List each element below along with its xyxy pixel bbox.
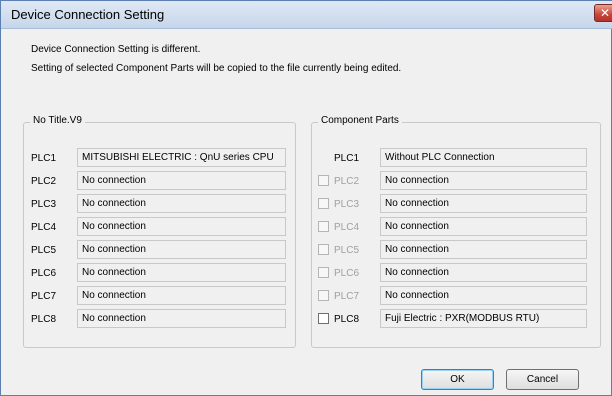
right-plc8-label: PLC8 (334, 314, 360, 325)
left-plc1-label: PLC1 (31, 153, 57, 164)
right-plc4-value: No connection (380, 217, 587, 236)
right-plc3-label: PLC3 (334, 199, 360, 210)
right-plc1-value: Without PLC Connection (380, 148, 587, 167)
left-plc2-label: PLC2 (31, 176, 57, 187)
ok-button[interactable]: OK (421, 369, 494, 390)
cancel-button[interactable]: Cancel (506, 369, 579, 390)
plc7-checkbox[interactable] (318, 290, 329, 301)
left-plc4-value: No connection (77, 217, 286, 236)
left-plc8-label: PLC8 (31, 314, 57, 325)
left-plc3-label: PLC3 (31, 199, 57, 210)
plc5-checkbox[interactable] (318, 244, 329, 255)
right-plc4-label: PLC4 (334, 222, 360, 233)
message-line-1: Device Connection Setting is different. (31, 44, 201, 55)
right-plc7-label: PLC7 (334, 291, 360, 302)
close-button[interactable]: ✕ (594, 4, 612, 22)
plc8-checkbox[interactable] (318, 313, 329, 324)
dialog-title: Device Connection Setting (11, 7, 165, 22)
left-plc8-value: No connection (77, 309, 286, 328)
plc4-checkbox[interactable] (318, 221, 329, 232)
left-plc6-label: PLC6 (31, 268, 57, 279)
left-plc3-value: No connection (77, 194, 286, 213)
right-plc6-value: No connection (380, 263, 587, 282)
right-plc8-value: Fuji Electric : PXR(MODBUS RTU) (380, 309, 587, 328)
left-plc4-label: PLC4 (31, 222, 57, 233)
plc6-checkbox[interactable] (318, 267, 329, 278)
dialog-window: Device Connection Setting ✕ Device Conne… (0, 0, 612, 396)
right-plc5-value: No connection (380, 240, 587, 259)
left-plc5-label: PLC5 (31, 245, 57, 256)
right-plc6-label: PLC6 (334, 268, 360, 279)
left-plc6-value: No connection (77, 263, 286, 282)
left-plc7-value: No connection (77, 286, 286, 305)
left-plc2-value: No connection (77, 171, 286, 190)
component-parts-group-title: Component Parts (318, 115, 402, 126)
left-plc5-value: No connection (77, 240, 286, 259)
message-line-2: Setting of selected Component Parts will… (31, 63, 402, 74)
no-title-group-title: No Title.V9 (30, 115, 85, 126)
right-plc2-label: PLC2 (334, 176, 360, 187)
right-plc5-label: PLC5 (334, 245, 360, 256)
left-plc7-label: PLC7 (31, 291, 57, 302)
title-bar[interactable]: Device Connection Setting ✕ (1, 1, 612, 29)
close-icon: ✕ (599, 6, 611, 20)
plc2-checkbox[interactable] (318, 175, 329, 186)
right-plc2-value: No connection (380, 171, 587, 190)
right-plc7-value: No connection (380, 286, 587, 305)
plc3-checkbox[interactable] (318, 198, 329, 209)
right-plc3-value: No connection (380, 194, 587, 213)
right-plc1-label: PLC1 (334, 153, 360, 164)
left-plc1-value: MITSUBISHI ELECTRIC : QnU series CPU (77, 148, 286, 167)
